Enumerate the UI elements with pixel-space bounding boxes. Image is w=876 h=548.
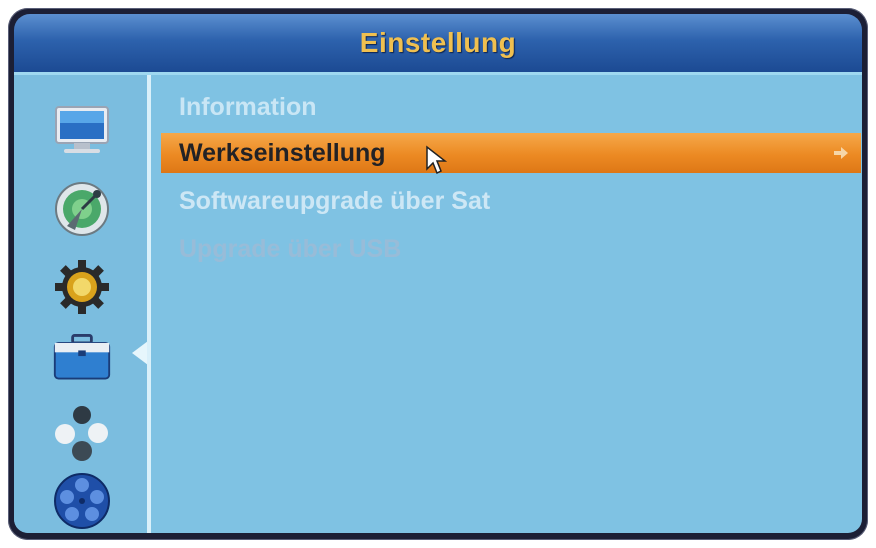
settings-menu: Information Werkseinstellung Softwareupg… [155,75,862,533]
games-icon[interactable] [52,403,112,463]
menu-item-upgrade-usb: Upgrade über USB [161,229,861,269]
menu-item-label: Information [179,92,317,121]
menu-item-information[interactable]: Information [161,87,861,127]
settings-window: Einstellung Information Werkseinstellung… [8,8,868,540]
sidebar [14,75,148,533]
menu-item-softwareupgrade-sat[interactable]: Softwareupgrade über Sat [161,181,861,221]
media-reel-icon[interactable] [52,471,112,531]
menu-item-werkseinstellung[interactable]: Werkseinstellung [161,133,861,173]
page-title: Einstellung [359,27,517,58]
arrow-right-icon [834,147,848,159]
header-bar: Einstellung [14,14,862,72]
active-section-indicator [132,341,148,365]
menu-item-label: Softwareupgrade über Sat [179,186,491,215]
mouse-cursor-icon [426,145,447,175]
tv-icon[interactable] [52,101,112,161]
toolbox-icon[interactable] [52,327,112,387]
gear-icon[interactable] [52,257,112,317]
menu-item-label: Werkseinstellung [179,138,386,167]
sidebar-divider [147,75,151,533]
menu-item-label: Upgrade über USB [179,234,402,263]
satellite-dish-icon[interactable] [52,179,112,239]
content-area: Information Werkseinstellung Softwareupg… [14,75,862,533]
